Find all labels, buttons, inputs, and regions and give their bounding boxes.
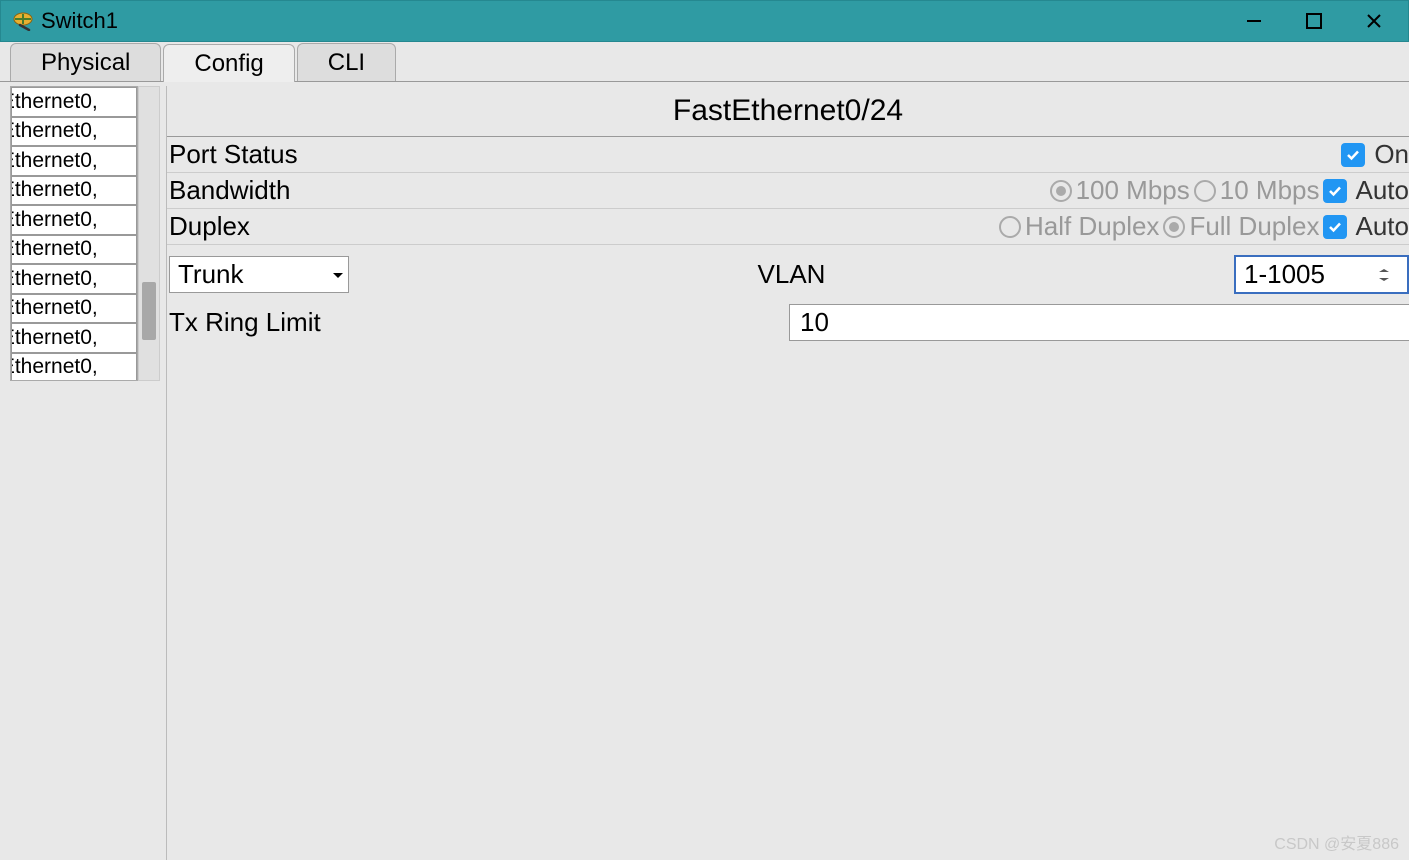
- maximize-button[interactable]: [1284, 0, 1344, 42]
- interface-item[interactable]: tEthernet0,: [11, 176, 137, 206]
- titlebar: Switch1: [0, 0, 1409, 42]
- scrollbar-thumb[interactable]: [142, 282, 156, 340]
- duplex-half-label: Half Duplex: [1025, 211, 1159, 242]
- bandwidth-100-label: 100 Mbps: [1076, 175, 1190, 206]
- bandwidth-auto-checkbox[interactable]: [1323, 179, 1347, 203]
- interface-list: tEthernet0, tEthernet0, tEthernet0, tEth…: [10, 86, 138, 381]
- interface-item[interactable]: tEthernet0,: [11, 294, 137, 324]
- minimize-button[interactable]: [1224, 0, 1284, 42]
- interface-item[interactable]: tEthernet0,: [11, 87, 137, 117]
- app-icon: [11, 9, 35, 33]
- content-area: tEthernet0, tEthernet0, tEthernet0, tEth…: [0, 82, 1409, 860]
- interface-sidebar: tEthernet0, tEthernet0, tEthernet0, tEth…: [10, 86, 160, 381]
- window-title: Switch1: [41, 8, 1224, 34]
- interface-item[interactable]: tEthernet0,: [11, 146, 137, 176]
- close-button[interactable]: [1344, 0, 1404, 42]
- interface-item[interactable]: tEthernet0,: [11, 353, 137, 382]
- port-status-checkbox[interactable]: [1341, 143, 1365, 167]
- panel-title: FastEthernet0/24: [167, 86, 1409, 137]
- bandwidth-10-radio[interactable]: [1193, 179, 1217, 203]
- tab-physical[interactable]: Physical: [10, 43, 161, 81]
- interface-item[interactable]: tEthernet0,: [11, 264, 137, 294]
- bandwidth-auto-label: Auto: [1356, 175, 1409, 206]
- duplex-label: Duplex: [169, 211, 997, 242]
- interface-item[interactable]: tEthernet0,: [11, 205, 137, 235]
- bandwidth-label: Bandwidth: [169, 175, 1048, 206]
- port-mode-select[interactable]: Trunk: [169, 256, 349, 293]
- interface-item[interactable]: tEthernet0,: [11, 235, 137, 265]
- sidebar-scrollbar[interactable]: [138, 86, 160, 381]
- duplex-auto-label: Auto: [1356, 211, 1409, 242]
- vlan-row: Trunk VLAN 1-1005: [167, 245, 1409, 294]
- tx-ring-label: Tx Ring Limit: [169, 307, 789, 338]
- tab-config[interactable]: Config: [163, 44, 294, 82]
- duplex-half-radio[interactable]: [998, 215, 1022, 239]
- port-status-on-label: On: [1374, 139, 1409, 170]
- interface-item[interactable]: tEthernet0,: [11, 117, 137, 147]
- duplex-full-radio[interactable]: [1162, 215, 1186, 239]
- tab-bar: Physical Config CLI: [0, 42, 1409, 82]
- vlan-label: VLAN: [758, 259, 826, 290]
- interface-item[interactable]: tEthernet0,: [11, 323, 137, 353]
- watermark: CSDN @安夏886: [1274, 830, 1399, 854]
- tx-ring-row: Tx Ring Limit: [167, 294, 1409, 341]
- bandwidth-100-radio[interactable]: [1049, 179, 1073, 203]
- bandwidth-10-label: 10 Mbps: [1220, 175, 1320, 206]
- port-status-label: Port Status: [169, 139, 1340, 170]
- tx-ring-input[interactable]: [789, 304, 1409, 341]
- vlan-value: 1-1005: [1244, 259, 1325, 290]
- main-panel: FastEthernet0/24 Port Status On Bandwidt…: [166, 86, 1409, 860]
- duplex-row: Duplex Half Duplex Full Duplex Auto: [167, 209, 1409, 245]
- port-status-row: Port Status On: [167, 137, 1409, 173]
- duplex-auto-checkbox[interactable]: [1323, 215, 1347, 239]
- tab-cli[interactable]: CLI: [297, 43, 396, 81]
- bandwidth-row: Bandwidth 100 Mbps 10 Mbps Auto: [167, 173, 1409, 209]
- vlan-select[interactable]: 1-1005: [1234, 255, 1409, 294]
- duplex-full-label: Full Duplex: [1189, 211, 1319, 242]
